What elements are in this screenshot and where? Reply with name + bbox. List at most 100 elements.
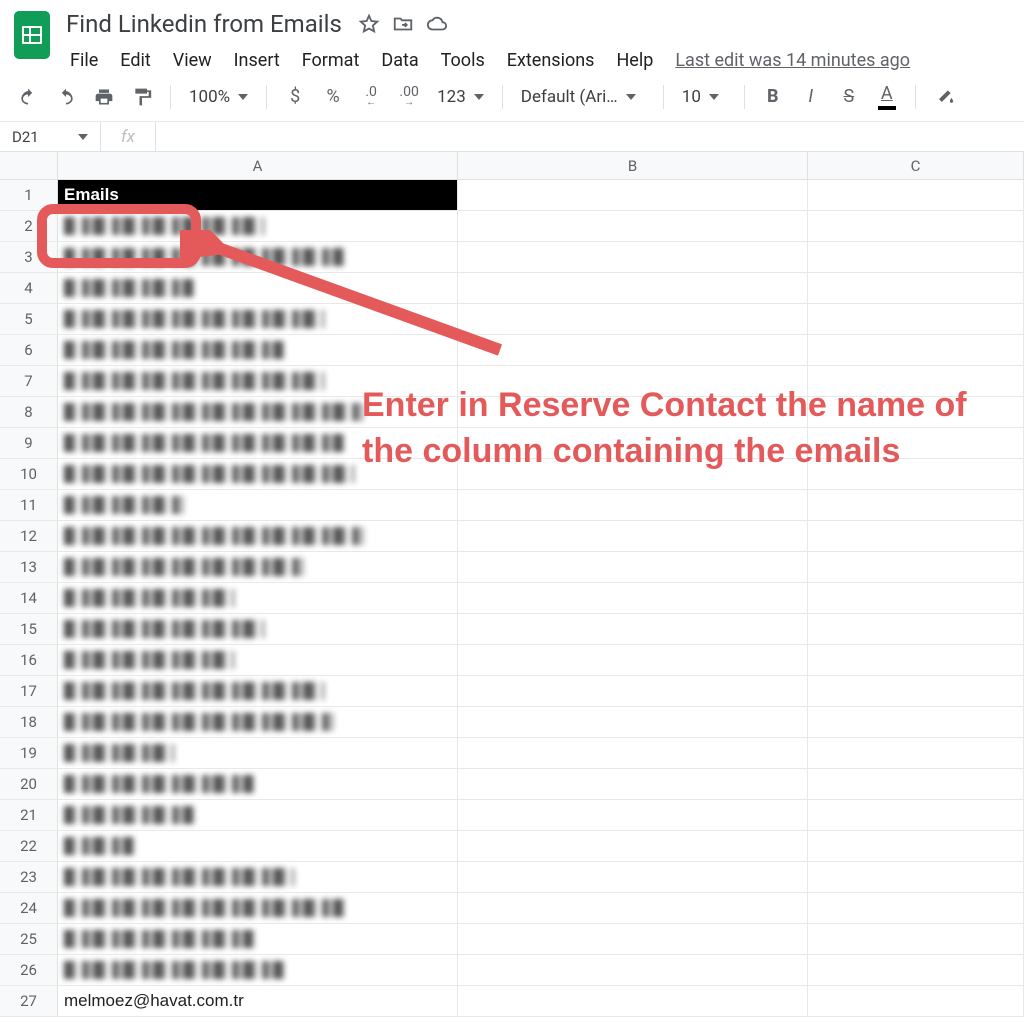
row-header-11[interactable]: 11 [0, 490, 58, 520]
move-icon[interactable] [392, 13, 414, 35]
row-header-14[interactable]: 14 [0, 583, 58, 613]
cell-C26[interactable] [808, 955, 1024, 985]
cell-C15[interactable] [808, 614, 1024, 644]
font-size-select[interactable]: 10 [674, 87, 734, 107]
sheets-logo[interactable] [12, 8, 52, 62]
italic-button[interactable]: I [793, 81, 829, 113]
formula-bar[interactable] [155, 122, 1024, 151]
cell-C20[interactable] [808, 769, 1024, 799]
cell-B21[interactable] [458, 800, 808, 830]
cell-C17[interactable] [808, 676, 1024, 706]
row-header-5[interactable]: 5 [0, 304, 58, 334]
cell-C18[interactable] [808, 707, 1024, 737]
cell-C5[interactable] [808, 304, 1024, 334]
format-currency-button[interactable]: $ [277, 81, 313, 113]
row-header-4[interactable]: 4 [0, 273, 58, 303]
menu-insert[interactable]: Insert [226, 46, 288, 75]
cell-B7[interactable] [458, 366, 808, 396]
cell-C9[interactable] [808, 428, 1024, 458]
row-header-27[interactable]: 27 [0, 986, 58, 1016]
print-button[interactable] [86, 81, 122, 113]
cell-B12[interactable] [458, 521, 808, 551]
row-header-1[interactable]: 1 [0, 180, 58, 210]
cell-B10[interactable] [458, 459, 808, 489]
row-header-17[interactable]: 17 [0, 676, 58, 706]
menu-edit[interactable]: Edit [112, 46, 158, 75]
cell-C3[interactable] [808, 242, 1024, 272]
name-box[interactable]: D21 [0, 128, 100, 146]
cell-A27[interactable]: melmoez@havat.com.tr [58, 986, 458, 1016]
cell-B25[interactable] [458, 924, 808, 954]
cell-C7[interactable] [808, 366, 1024, 396]
cell-B24[interactable] [458, 893, 808, 923]
cell-A1[interactable]: Emails [58, 180, 458, 210]
increase-decimal-button[interactable]: .00→ [391, 81, 427, 113]
cell-C27[interactable] [808, 986, 1024, 1016]
cell-C16[interactable] [808, 645, 1024, 675]
row-header-2[interactable]: 2 [0, 211, 58, 241]
menu-tools[interactable]: Tools [433, 46, 493, 75]
cell-C23[interactable] [808, 862, 1024, 892]
cell-B8[interactable] [458, 397, 808, 427]
cell-C24[interactable] [808, 893, 1024, 923]
star-icon[interactable] [358, 13, 380, 35]
zoom-select[interactable]: 100% [181, 87, 256, 107]
strike-button[interactable]: S [831, 81, 867, 113]
row-header-23[interactable]: 23 [0, 862, 58, 892]
cell-B15[interactable] [458, 614, 808, 644]
cell-C22[interactable] [808, 831, 1024, 861]
redo-button[interactable] [48, 81, 84, 113]
row-header-6[interactable]: 6 [0, 335, 58, 365]
font-select[interactable]: Default (Ari… [513, 87, 653, 107]
undo-button[interactable] [10, 81, 46, 113]
cell-B13[interactable] [458, 552, 808, 582]
cell-B1[interactable] [458, 180, 808, 210]
cell-B5[interactable] [458, 304, 808, 334]
row-header-24[interactable]: 24 [0, 893, 58, 923]
row-header-19[interactable]: 19 [0, 738, 58, 768]
cell-B22[interactable] [458, 831, 808, 861]
row-header-21[interactable]: 21 [0, 800, 58, 830]
format-percent-button[interactable]: % [315, 81, 351, 113]
cell-C4[interactable] [808, 273, 1024, 303]
bold-button[interactable]: B [755, 81, 791, 113]
cell-B14[interactable] [458, 583, 808, 613]
row-header-16[interactable]: 16 [0, 645, 58, 675]
cell-C12[interactable] [808, 521, 1024, 551]
row-header-26[interactable]: 26 [0, 955, 58, 985]
row-header-7[interactable]: 7 [0, 366, 58, 396]
cell-C6[interactable] [808, 335, 1024, 365]
menu-extensions[interactable]: Extensions [499, 46, 603, 75]
cell-B19[interactable] [458, 738, 808, 768]
cell-B26[interactable] [458, 955, 808, 985]
col-header-C[interactable]: C [808, 152, 1024, 179]
cell-B17[interactable] [458, 676, 808, 706]
decrease-decimal-button[interactable]: .0← [353, 81, 389, 113]
cell-C25[interactable] [808, 924, 1024, 954]
cell-C10[interactable] [808, 459, 1024, 489]
row-header-8[interactable]: 8 [0, 397, 58, 427]
row-header-20[interactable]: 20 [0, 769, 58, 799]
text-color-button[interactable]: A [869, 81, 905, 113]
row-header-13[interactable]: 13 [0, 552, 58, 582]
cell-C1[interactable] [808, 180, 1024, 210]
cell-C11[interactable] [808, 490, 1024, 520]
cloud-status-icon[interactable] [426, 13, 448, 35]
cell-B23[interactable] [458, 862, 808, 892]
doc-title[interactable]: Find Linkedin from Emails [62, 8, 346, 40]
menu-help[interactable]: Help [608, 46, 661, 75]
cell-C2[interactable] [808, 211, 1024, 241]
menu-view[interactable]: View [165, 46, 220, 75]
cell-C19[interactable] [808, 738, 1024, 768]
row-header-25[interactable]: 25 [0, 924, 58, 954]
menu-format[interactable]: Format [294, 46, 368, 75]
last-edit-link[interactable]: Last edit was 14 minutes ago [667, 46, 918, 75]
col-header-B[interactable]: B [458, 152, 808, 179]
row-header-15[interactable]: 15 [0, 614, 58, 644]
cell-B4[interactable] [458, 273, 808, 303]
cell-B3[interactable] [458, 242, 808, 272]
cell-C13[interactable] [808, 552, 1024, 582]
cell-B11[interactable] [458, 490, 808, 520]
row-header-18[interactable]: 18 [0, 707, 58, 737]
menu-data[interactable]: Data [373, 46, 426, 75]
